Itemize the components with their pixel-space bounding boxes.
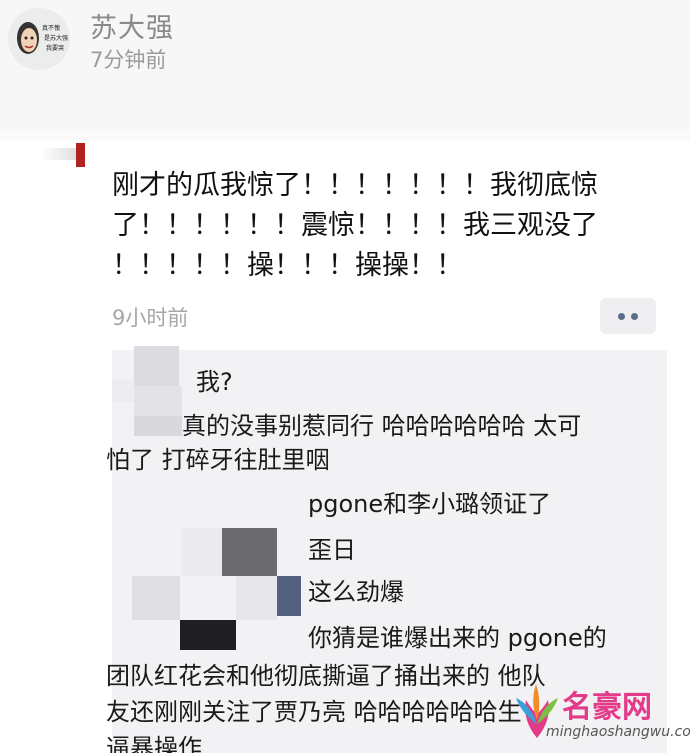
comment-line: 你猜是谁爆出来的 pgone的: [308, 624, 607, 652]
comment-line: pgone和李小璐领证了: [308, 490, 552, 518]
comment-line: 怕了 打碎牙往肚里咽: [106, 446, 330, 474]
mosaic-block: [134, 386, 182, 416]
post-text: 刚才的瓜我惊了！！！！！！！我彻底惊 了！！！！！！震惊！！！！我三观没了 ！！…: [112, 166, 672, 286]
comment-line: 友还刚刚关注了贾乃亮 哈哈哈哈哈哈生: [106, 698, 522, 726]
more-dots-icon: [618, 312, 625, 320]
post-time: 9小时前: [112, 306, 189, 330]
post-text-line: 刚才的瓜我惊了！！！！！！！我彻底惊: [112, 170, 598, 201]
mosaic-block: [134, 416, 182, 436]
author-name[interactable]: 苏大强: [90, 6, 174, 45]
comment-line: 我?: [196, 368, 233, 396]
site-watermark: 名豪网 minghaoshangwu.com: [510, 676, 690, 751]
avatar-cartoon-icon: 真不愧 是苏大强 我要哭: [8, 8, 70, 70]
comment-line: 歪日: [308, 536, 356, 564]
avatar[interactable]: 真不愧 是苏大强 我要哭: [8, 8, 70, 70]
mosaic-block: [132, 576, 180, 620]
watermark-name: 名豪网: [562, 690, 652, 725]
mosaic-block: [134, 346, 179, 386]
comment-line: 真的没事别惹同行 哈哈哈哈哈哈 太可: [182, 412, 582, 440]
post-timestamp: 7分钟前: [90, 48, 167, 72]
comment-line: 团队红花会和他彻底撕逼了捅出来的 他队: [106, 662, 546, 690]
quote-marker: [76, 143, 85, 167]
mosaic-block: [112, 380, 134, 402]
mosaic-block: [277, 576, 301, 616]
post-text-line: 了！！！！！！震惊！！！！我三观没了: [112, 210, 598, 241]
more-dots-icon: [631, 312, 638, 320]
mosaic-block: [236, 576, 277, 620]
comment-line: 逼暴操作: [106, 734, 202, 753]
more-button[interactable]: [600, 298, 656, 334]
avatar-text-1: 真不愧: [42, 24, 60, 32]
avatar-text-3: 我要哭: [46, 44, 64, 52]
mosaic-block: [180, 620, 236, 650]
avatar-text-2: 是苏大强: [44, 34, 68, 42]
mosaic-block: [182, 528, 222, 576]
watermark-url: minghaoshangwu.com: [546, 724, 690, 740]
divider-blur: [40, 148, 76, 160]
comment-line: 这么劲爆: [308, 578, 404, 606]
mosaic-block: [222, 528, 277, 576]
post-text-line: ！！！！！操！！！操操！！: [112, 250, 463, 281]
